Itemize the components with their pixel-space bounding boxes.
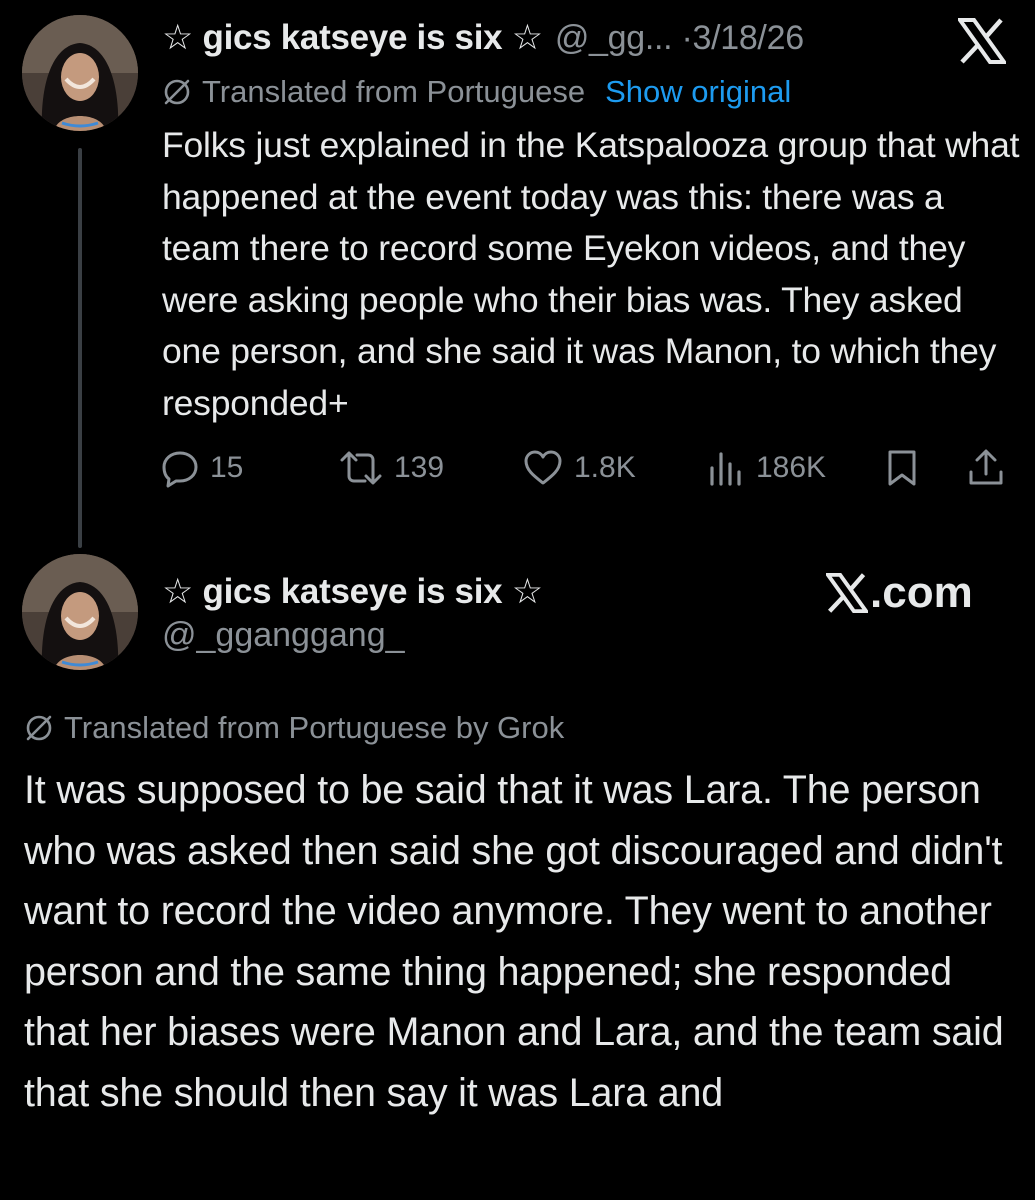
thread-connector-line bbox=[78, 148, 82, 548]
share-button[interactable] bbox=[966, 446, 1016, 490]
source-watermark: .com bbox=[826, 568, 973, 618]
tweet-text: Folks just explained in the Katspalooza … bbox=[162, 125, 1020, 423]
display-name[interactable]: ☆ gics katseye is six ☆ bbox=[162, 572, 543, 612]
translation-notice: Translated from Portuguese by Grok bbox=[24, 708, 564, 748]
like-icon bbox=[524, 450, 562, 485]
tweet-text: It was supposed to be said that it was L… bbox=[24, 768, 1004, 1115]
share-icon bbox=[969, 449, 1003, 485]
display-name[interactable]: ☆ gics katseye is six ☆ bbox=[162, 18, 543, 58]
avatar-photo bbox=[22, 554, 138, 670]
repost-button[interactable]: 139 bbox=[338, 446, 444, 490]
bookmark-icon bbox=[888, 450, 916, 486]
like-count: 1.8K bbox=[574, 451, 636, 484]
handle[interactable]: @_gganggang_ bbox=[162, 616, 405, 655]
translation-notice: Translated from Portuguese Show original bbox=[162, 72, 791, 112]
views-icon bbox=[710, 452, 741, 486]
repost-icon bbox=[340, 451, 382, 485]
source-label: .com bbox=[870, 568, 973, 617]
handle-and-date[interactable]: @_gg... ·3/18/26 bbox=[555, 19, 804, 58]
bookmark-button[interactable] bbox=[884, 446, 930, 490]
show-original-link[interactable]: Show original bbox=[605, 74, 791, 110]
like-button[interactable]: 1.8K bbox=[522, 446, 636, 490]
avatar-photo bbox=[22, 15, 138, 131]
globe-slash-icon bbox=[164, 79, 190, 105]
tweet-header: ☆ gics katseye is six ☆ @_gg... ·3/18/26 bbox=[162, 16, 804, 60]
reply-count: 15 bbox=[210, 451, 244, 484]
reply-icon bbox=[162, 451, 198, 488]
translated-label: Translated from Portuguese bbox=[202, 74, 586, 109]
tweet-actions: 15 139 1.8K 186K bbox=[160, 446, 1010, 490]
views-button[interactable]: 186K bbox=[706, 446, 826, 490]
translated-label: Translated from Portuguese by Grok bbox=[64, 710, 565, 745]
avatar[interactable] bbox=[22, 554, 138, 670]
x-logo-icon bbox=[826, 573, 868, 613]
globe-slash-icon bbox=[26, 715, 52, 741]
avatar[interactable] bbox=[22, 15, 138, 131]
repost-count: 139 bbox=[394, 451, 445, 484]
view-count: 186K bbox=[756, 451, 827, 484]
reply-button[interactable]: 15 bbox=[160, 446, 243, 490]
x-logo-icon[interactable] bbox=[956, 18, 1008, 64]
